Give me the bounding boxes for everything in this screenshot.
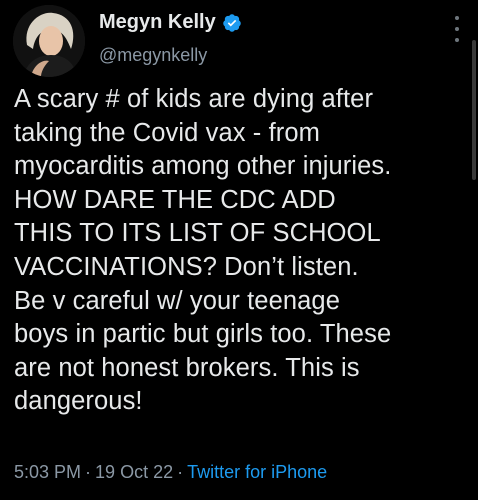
- tweet-card: Megyn Kelly @megynkelly A scary # of kid…: [0, 0, 478, 500]
- scrollbar[interactable]: [472, 40, 476, 180]
- meta-separator: ·: [85, 462, 92, 482]
- tweet-source-link[interactable]: Twitter for iPhone: [187, 462, 327, 482]
- avatar[interactable]: [13, 5, 85, 77]
- verified-badge-icon: [222, 13, 242, 33]
- tweet-date[interactable]: 19 Oct 22: [95, 462, 173, 482]
- avatar-image: [13, 5, 85, 77]
- tweet-meta: 5:03 PM · 19 Oct 22 · Twitter for iPhone: [14, 462, 327, 483]
- tweet-text: A scary # of kids are dying after taking…: [14, 85, 392, 416]
- author-name-row[interactable]: Megyn Kelly: [99, 11, 242, 34]
- tweet-time[interactable]: 5:03 PM: [14, 462, 81, 482]
- more-dot: [455, 38, 459, 42]
- more-options-icon[interactable]: [454, 16, 460, 42]
- more-dot: [455, 16, 459, 20]
- meta-separator: ·: [177, 462, 184, 482]
- more-dot: [455, 27, 459, 31]
- display-name[interactable]: Megyn Kelly: [99, 11, 216, 34]
- author-handle[interactable]: @megynkelly: [99, 45, 207, 66]
